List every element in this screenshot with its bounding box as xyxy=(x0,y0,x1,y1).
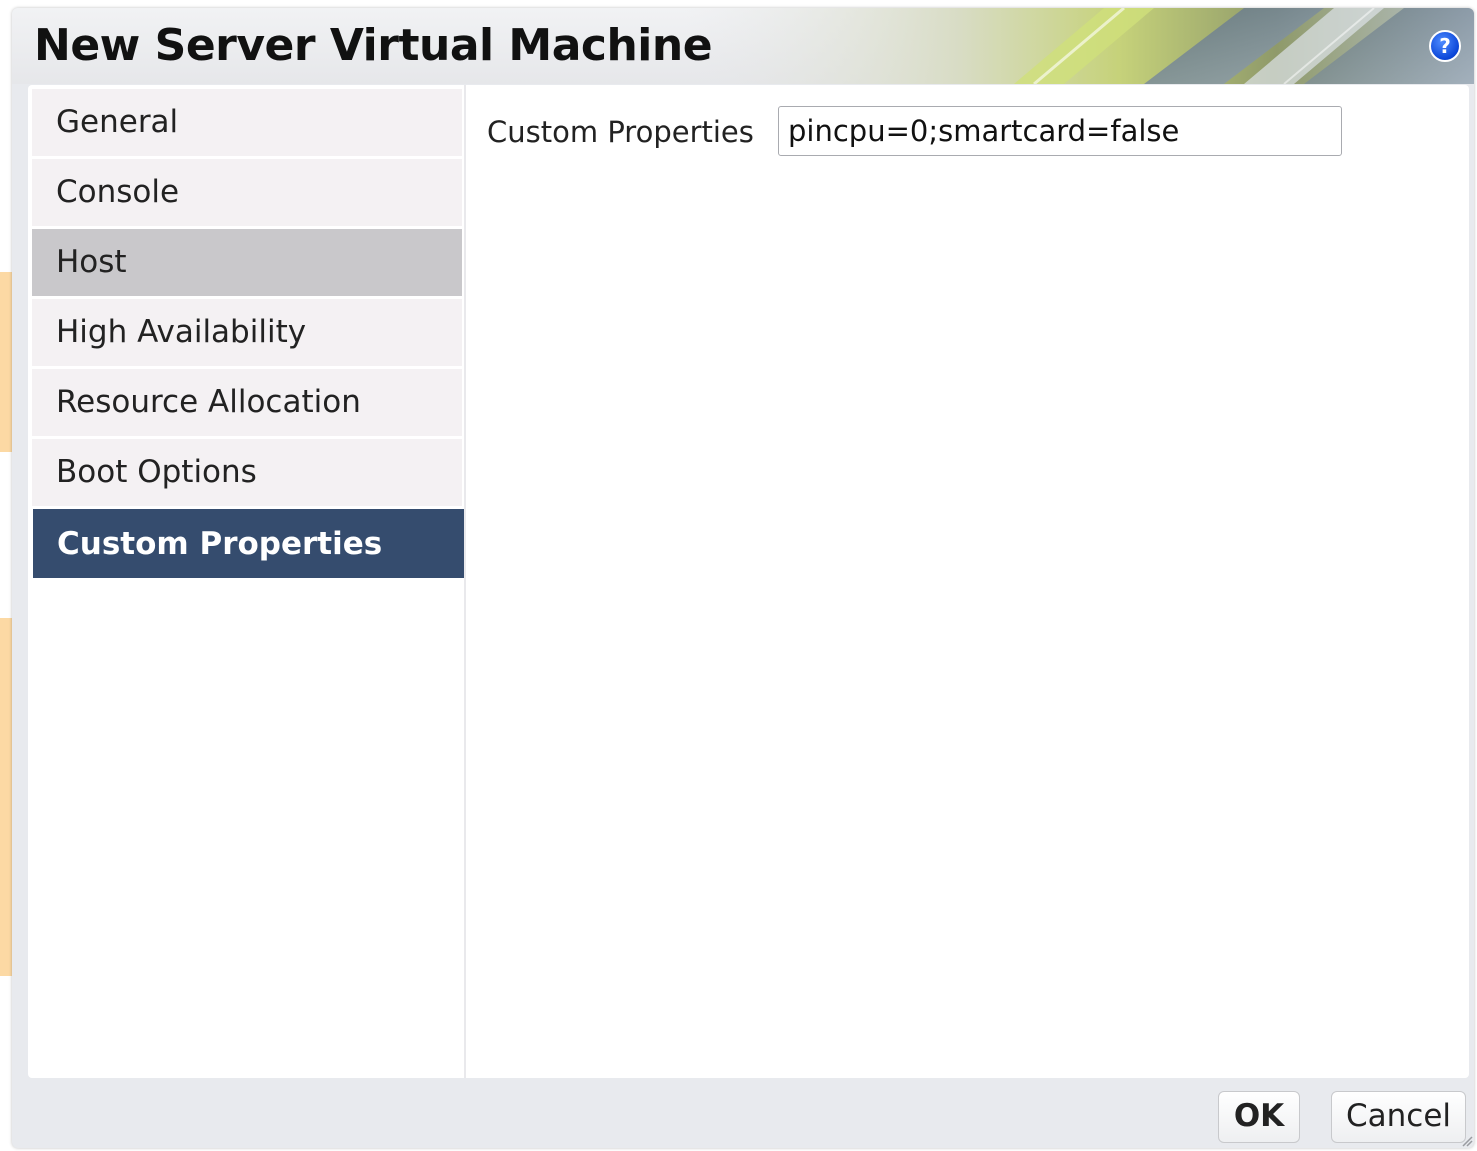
dialog-title: New Server Virtual Machine xyxy=(34,20,713,71)
nav-item-boot-options[interactable]: Boot Options xyxy=(32,439,462,507)
side-nav: General Console Host High Availability R… xyxy=(32,85,465,1078)
new-vm-dialog: New Server Virtual Machine ? General Con… xyxy=(12,8,1474,1148)
dialog-titlebar: New Server Virtual Machine ? xyxy=(12,8,1474,84)
ok-button[interactable]: OK xyxy=(1218,1091,1300,1143)
nav-item-custom-properties[interactable]: Custom Properties xyxy=(33,509,464,579)
help-icon[interactable]: ? xyxy=(1429,30,1461,62)
nav-item-high-availability[interactable]: High Availability xyxy=(32,299,462,367)
dialog-footer: OK Cancel xyxy=(12,1078,1474,1148)
nav-item-general[interactable]: General xyxy=(32,89,462,157)
custom-properties-label: Custom Properties xyxy=(487,115,754,149)
dialog-content: General Console Host High Availability R… xyxy=(28,85,1469,1078)
nav-item-resource-allocation[interactable]: Resource Allocation xyxy=(32,369,462,437)
cancel-button[interactable]: Cancel xyxy=(1331,1091,1466,1143)
title-banner-art xyxy=(684,8,1474,84)
nav-item-host[interactable]: Host xyxy=(32,229,462,297)
nav-item-console[interactable]: Console xyxy=(32,159,462,227)
resize-grip-icon[interactable] xyxy=(1461,1135,1473,1147)
custom-properties-input[interactable] xyxy=(778,106,1342,156)
nav-divider xyxy=(464,85,466,1078)
